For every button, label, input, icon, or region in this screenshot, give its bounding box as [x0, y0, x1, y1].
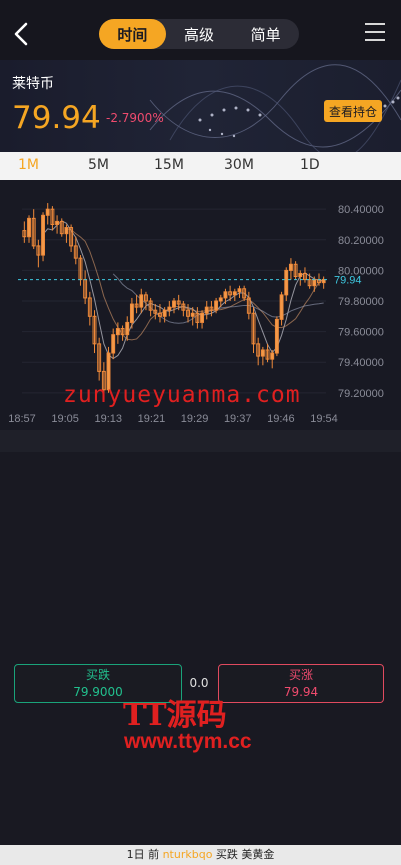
price-change: -2.7900% [106, 111, 164, 125]
current-price-label: 79.94 [334, 275, 362, 287]
candle-body [111, 334, 116, 354]
candle-body [270, 352, 275, 360]
ticker-asset: 美黄金 [241, 848, 275, 861]
site-watermark: zunyueyuanma.com [63, 382, 301, 408]
candle-body [190, 312, 195, 317]
timeframe-30m[interactable]: 30M [224, 157, 254, 173]
candle-body [237, 288, 242, 293]
y-tick-label: 79.80000 [338, 296, 384, 308]
timeframe-1m[interactable]: 1M [18, 157, 39, 173]
ticker-time: 1日 前 [126, 848, 160, 861]
x-tick-label: 19:21 [138, 413, 166, 425]
candle-body [274, 318, 279, 354]
ticker-user: nturkbqo [162, 848, 213, 861]
logo-watermark: TT源码 [123, 698, 227, 733]
tab-time[interactable]: 时间 [99, 19, 166, 49]
candle-body [288, 263, 293, 271]
ticker-action: 买跌 [215, 848, 238, 861]
view-positions-button[interactable]: 查看持仓 [324, 100, 382, 122]
candle-body [223, 291, 228, 299]
y-tick-label: 79.20000 [338, 388, 384, 400]
candle-body [129, 303, 134, 323]
timeframe-15m[interactable]: 15M [154, 157, 184, 173]
y-tick-label: 79.40000 [338, 357, 384, 369]
x-tick-label: 19:29 [181, 413, 209, 425]
price-banner: 莱特币 79.94 -2.7900% 查看持仓 [0, 60, 401, 152]
buy-up-price: 79.94 [283, 684, 319, 699]
y-tick-label: 80.40000 [338, 204, 384, 216]
x-tick-label: 19:46 [267, 413, 295, 425]
candle-body [279, 294, 284, 320]
back-arrow-icon[interactable] [10, 20, 34, 48]
candle-body [162, 309, 167, 317]
timeframe-bar: 1M 5M 15M 30M 1D [0, 152, 401, 180]
top-bar: 时间 高级 简单 [0, 0, 401, 60]
candle-body [139, 294, 144, 308]
candle-body [55, 220, 60, 225]
chart-bottom-band [0, 430, 401, 452]
candle-body [115, 328, 120, 336]
y-tick-label: 79.60000 [338, 327, 384, 339]
x-tick-label: 19:05 [51, 413, 79, 425]
x-tick-label: 19:37 [224, 413, 252, 425]
x-tick-label: 18:57 [8, 413, 36, 425]
timeframe-5m[interactable]: 5M [88, 157, 109, 173]
x-tick-label: 19:13 [95, 413, 123, 425]
candle-body [214, 300, 219, 311]
current-price: 79.94 [12, 100, 101, 136]
candle-body [200, 312, 205, 323]
timeframe-1d[interactable]: 1D [300, 157, 320, 173]
candle-body [298, 272, 303, 278]
buy-down-label: 买跌 [85, 667, 110, 682]
candle-body [312, 279, 317, 287]
candle-body [64, 227, 69, 235]
candle-body [172, 300, 176, 308]
menu-icon[interactable] [365, 23, 385, 43]
buy-up-label: 买涨 [288, 667, 313, 682]
candle-body [218, 297, 223, 302]
candle-body [125, 321, 130, 336]
x-tick-label: 19:54 [310, 413, 338, 425]
candle-body [41, 214, 45, 256]
y-tick-label: 80.20000 [338, 235, 384, 247]
candle-body [260, 349, 265, 357]
candle-body [45, 208, 50, 216]
url-watermark: www.ttym.cc [124, 730, 252, 753]
view-mode-switch: 时间 高级 简单 [99, 19, 299, 49]
buy-down-price: 79.9000 [73, 684, 123, 699]
coin-name: 莱特币 [12, 76, 54, 92]
candle-body [204, 306, 209, 314]
tab-advanced[interactable]: 高级 [166, 19, 233, 49]
candle-body [167, 306, 172, 311]
candle-body [232, 291, 237, 296]
candle-body [27, 217, 31, 238]
buy-up-button[interactable]: 买涨 79.94 [218, 664, 384, 703]
tab-simple[interactable]: 简单 [232, 19, 299, 49]
spread-value: 0.0 [189, 676, 209, 690]
trade-ticker: 1日 前 nturkbqo 买跌 美黄金 [0, 845, 401, 865]
candle-body [284, 269, 289, 296]
